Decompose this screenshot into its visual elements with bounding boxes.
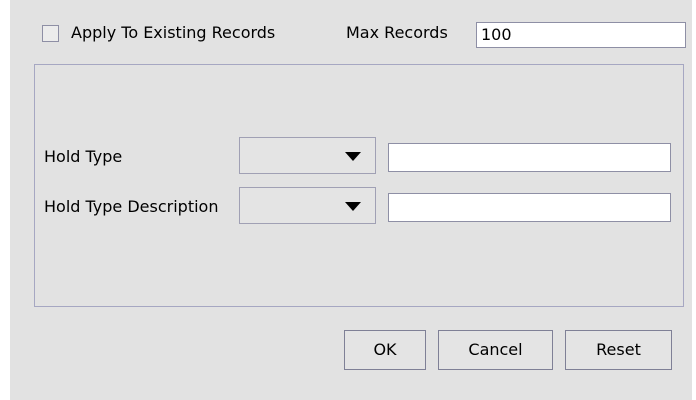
criteria-panel: Hold Type Hold Type Description <box>34 64 684 307</box>
hold-type-description-input[interactable] <box>388 193 671 222</box>
hold-type-description-row: Hold Type Description <box>44 187 674 224</box>
hold-type-label: Hold Type <box>44 147 123 166</box>
hold-type-description-label: Hold Type Description <box>44 197 219 216</box>
ok-button[interactable]: OK <box>344 330 426 370</box>
apply-existing-label: Apply To Existing Records <box>71 23 276 42</box>
max-records-input[interactable]: 100 <box>476 22 686 48</box>
hold-type-row: Hold Type <box>44 137 674 174</box>
dropdown-arrow-icon <box>345 152 361 161</box>
hold-type-description-operator-dropdown[interactable] <box>239 187 376 224</box>
search-dialog: Apply To Existing Records Max Records 10… <box>10 0 692 400</box>
dropdown-arrow-icon <box>345 202 361 211</box>
hold-type-operator-dropdown[interactable] <box>239 137 376 174</box>
apply-existing-checkbox[interactable] <box>42 25 59 42</box>
max-records-label: Max Records <box>346 23 448 42</box>
reset-button[interactable]: Reset <box>565 330 672 370</box>
hold-type-input[interactable] <box>388 143 671 172</box>
options-row: Apply To Existing Records Max Records 10… <box>42 22 694 50</box>
cancel-button[interactable]: Cancel <box>438 330 553 370</box>
